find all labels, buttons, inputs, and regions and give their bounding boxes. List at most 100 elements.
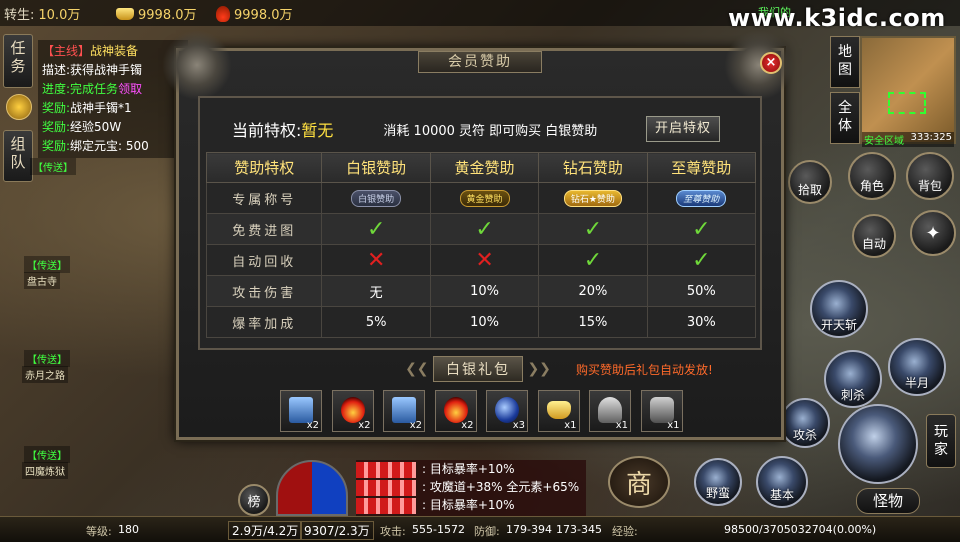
privilege-table: 赞助特权 白银赞助 黄金赞助 钻石赞助 至尊赞助 专属称号 白银赞助 黄金赞助 … <box>205 152 757 338</box>
dpad-icon[interactable]: ✦ <box>910 210 956 256</box>
refresh-icon[interactable] <box>6 94 32 120</box>
skill-label: 刺杀 <box>840 388 865 402</box>
minimap-marker <box>888 92 926 114</box>
column-header: 赞助特权 <box>205 152 323 183</box>
gift-item-slot[interactable]: x1 <box>640 390 683 432</box>
skill-halfmoon-button[interactable]: 半月 <box>888 338 946 396</box>
character-label: 角色 <box>859 179 884 193</box>
teleport-npc-label[interactable]: 【传送】 <box>24 350 70 367</box>
minimap-status: 安全区域 333:325 <box>862 132 954 147</box>
gift-item-slot[interactable]: x2 <box>280 390 322 432</box>
zone-label: 安全区域 <box>864 136 904 147</box>
quest-reward: 奖励:经验50W <box>42 118 184 137</box>
reward-label: 奖励: <box>42 139 71 153</box>
dialog-title: 会员赞助 <box>418 51 542 73</box>
skill-label: 基本 <box>769 488 794 502</box>
close-button[interactable]: × <box>760 52 782 74</box>
skill-kaitian-button[interactable]: 开天斩 <box>810 280 868 338</box>
check-icon: ✓ <box>366 216 386 242</box>
buff-icon <box>356 497 416 514</box>
quest-progress: 进度:完成任务领取 <box>42 80 184 99</box>
npc-place-label: 盘古寺 <box>24 272 60 289</box>
exp-value: 98500/3705032704(0.00%) <box>724 523 877 536</box>
dragon-ornament-icon <box>162 30 232 100</box>
value-cell: 5% <box>321 306 431 338</box>
skill-label: 半月 <box>904 376 929 390</box>
map-button[interactable]: 地图 <box>830 36 860 88</box>
level-value: 180 <box>118 523 139 536</box>
hp-value: 2.9万/4.2万 <box>228 521 303 540</box>
silver-badge: 白银赞助 <box>351 189 402 207</box>
check-icon: ✓ <box>583 247 603 273</box>
value-cell: 30% <box>646 306 757 338</box>
reward-value: 经验50W <box>70 120 122 134</box>
player-button[interactable]: 玩家 <box>926 414 956 468</box>
gift-count: x2 <box>306 420 319 431</box>
open-privilege-button[interactable]: 开启特权 <box>646 116 720 142</box>
value-cell: 无 <box>321 275 431 307</box>
skill-stab-button[interactable]: 刺杀 <box>824 350 882 408</box>
reward-label: 奖励: <box>42 120 71 134</box>
defense-label: 防御: <box>474 525 500 538</box>
table-row: 专属称号 白银赞助 黄金赞助 钻石★赞助 至尊赞助 <box>205 182 757 214</box>
quest-name: 战神装备 <box>90 44 139 58</box>
task-tab[interactable]: 任务 <box>3 34 33 88</box>
buff-text: 攻魔道+38% 全元素+65% <box>429 480 580 494</box>
pickup-button[interactable]: 拾取 <box>788 160 832 204</box>
ingot-display: 9998.0万 <box>216 4 293 23</box>
claim-link[interactable]: 领取 <box>118 82 142 96</box>
value-cell: 15% <box>538 306 648 338</box>
team-tab-label: 组队 <box>10 135 26 171</box>
auto-button[interactable]: 自动 <box>852 214 896 258</box>
gift-pack-title: 白银礼包 <box>433 356 523 382</box>
all-button[interactable]: 全体 <box>830 92 860 144</box>
reward-value: 绑定元宝: 500 <box>70 139 149 153</box>
ornament-right-icon: ❯❯ <box>523 361 551 377</box>
row-label: 自动回收 <box>205 244 323 276</box>
skill-barbaric-button[interactable]: 野蛮 <box>694 458 742 506</box>
buff-icon <box>356 479 416 496</box>
column-header: 白银赞助 <box>321 152 431 183</box>
quest-reward: 奖励:战神手镯*1 <box>42 99 184 118</box>
gift-item-slot[interactable]: x2 <box>383 390 425 432</box>
value-cell: ✓ <box>538 213 648 245</box>
progress-value: 完成任务 <box>70 82 119 96</box>
table-header: 赞助特权 白银赞助 黄金赞助 钻石赞助 至尊赞助 <box>205 152 757 183</box>
progress-label: 进度: <box>42 82 71 96</box>
teleport-npc-label[interactable]: 【传送】 <box>24 256 70 273</box>
skill-attack-button[interactable]: 攻杀 <box>780 398 830 448</box>
table-row: 攻击伤害 无 10% 20% 50% <box>205 275 757 307</box>
monster-button[interactable]: 怪物 <box>856 488 920 514</box>
reward-label: 奖励: <box>42 101 71 115</box>
supreme-badge: 至尊赞助 <box>676 189 727 207</box>
shop-button[interactable]: 商 <box>608 456 670 508</box>
teleport-npc-label[interactable]: 【传送】 <box>24 446 70 463</box>
shop-label: 商 <box>625 469 652 500</box>
ornament-left-icon: ❮❮ <box>405 361 433 377</box>
team-tab[interactable]: 组队 <box>3 130 33 182</box>
gift-count: x1 <box>615 420 628 431</box>
gift-count: x2 <box>358 420 371 431</box>
gift-item-slot[interactable]: x3 <box>486 390 528 432</box>
value-cell: 10% <box>429 275 540 307</box>
teleport-npc-label[interactable]: 【传送】 <box>30 158 76 175</box>
npc-place-label: 四魔炼狱 <box>22 462 68 479</box>
skill-label: 开天斩 <box>820 318 857 332</box>
gold-value: 9998.0万 <box>138 8 197 23</box>
skill-label: 野蛮 <box>705 486 730 500</box>
character-button[interactable]: 角色 <box>848 152 896 200</box>
rank-button[interactable]: 榜 <box>238 484 270 516</box>
gift-item-slot[interactable]: x1 <box>589 390 631 432</box>
main-attack-button[interactable] <box>838 404 918 484</box>
gift-item-slot[interactable]: x2 <box>434 390 477 432</box>
skill-basic-button[interactable]: 基本 <box>756 456 808 508</box>
purchase-message: 消耗 10000 灵符 即可购买 白银赞助 <box>383 123 598 139</box>
privilege-label: 当前特权: <box>232 121 302 140</box>
buff-text: 目标暴率+10% <box>429 462 515 476</box>
minimap[interactable] <box>860 36 956 144</box>
magic-defense-value: 173-345 <box>556 523 602 536</box>
gift-item-slot[interactable]: x1 <box>537 390 580 432</box>
coord-label: 333:325 <box>910 132 952 143</box>
gift-item-slot[interactable]: x2 <box>331 390 374 432</box>
bag-button[interactable]: 背包 <box>906 152 954 200</box>
